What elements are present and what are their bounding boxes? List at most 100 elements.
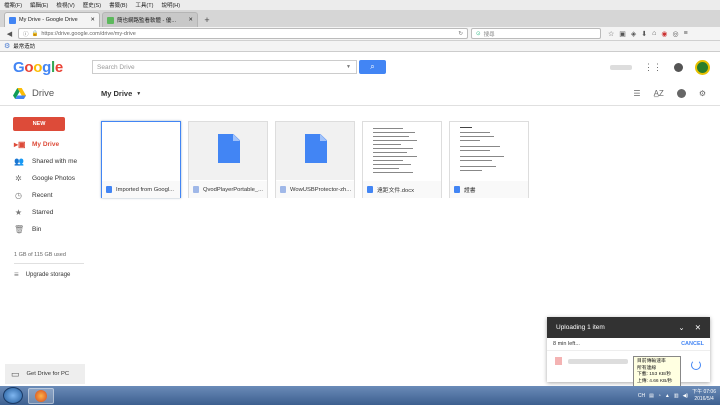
browser-search-placeholder: 搜尋 <box>483 31 495 38</box>
upgrade-label: Upgrade storage <box>25 271 71 278</box>
notifications-icon[interactable] <box>674 63 683 72</box>
settings-gear-icon[interactable]: ⚙ <box>699 89 706 98</box>
file-icon <box>193 186 199 193</box>
file-thumbnail <box>276 122 354 180</box>
language-indicator[interactable]: CH <box>638 393 645 399</box>
google-doc-icon <box>454 186 460 193</box>
network-icon[interactable]: ▥ <box>674 393 679 399</box>
menu-help[interactable]: 說明(H) <box>161 1 180 9</box>
get-drive-button[interactable]: ▭ Get Drive for PC <box>5 364 85 384</box>
tray-icon[interactable]: ◔ <box>658 393 661 399</box>
sort-icon[interactable]: A̲Z <box>654 89 664 98</box>
drive-logo-icon <box>13 88 26 99</box>
drive-subheader: Drive My Drive ▼ ☰ A̲Z ⚙ <box>0 82 720 106</box>
sidebar-item-label: Starred <box>32 209 54 216</box>
menu-edit[interactable]: 編輯(E) <box>30 1 48 9</box>
tab-monitor-software[interactable]: 簡也網路監看軟體 - 優... ✕ <box>102 12 198 27</box>
account-area: ⋮⋮ <box>610 60 710 75</box>
reload-icon[interactable]: ↻ <box>458 31 463 37</box>
google-logo[interactable]: Google <box>13 59 92 76</box>
new-tab-button[interactable]: + <box>200 12 214 27</box>
menu-tools[interactable]: 工具(T) <box>135 1 153 9</box>
sidebar-nav: ▸▣ My Drive 👥 Shared with me ✲ Google Ph… <box>0 136 90 238</box>
sidebar-item-bin[interactable]: 🗑 Bin <box>0 221 90 238</box>
close-icon[interactable]: ✕ <box>188 17 193 23</box>
taskbar-firefox[interactable] <box>28 387 54 404</box>
storage-usage: 1 GB of 115 GB used <box>14 252 66 258</box>
doc-preview <box>450 122 528 180</box>
bookmark-folder-icon: ⚙ <box>4 43 11 50</box>
sidebar-item-my-drive[interactable]: ▸▣ My Drive <box>0 136 90 153</box>
menu-file[interactable]: 檔案(F) <box>4 1 22 9</box>
apps-grid-icon[interactable]: ⋮⋮ <box>644 62 662 73</box>
file-card-certificate[interactable]: 證書 <box>449 121 529 198</box>
tooltip-line: 目前傳輸速率 <box>637 359 666 364</box>
upload-spinner-icon <box>691 360 701 370</box>
file-caption: 遠距文件.docx <box>363 181 441 198</box>
clock[interactable]: 下午 07:06 2016/5/4 <box>692 389 716 402</box>
tab-my-drive[interactable]: My Drive - Google Drive ✕ <box>4 12 100 27</box>
tray-icon[interactable]: ▲ <box>665 393 670 399</box>
sidebar-item-starred[interactable]: ★ Starred <box>0 204 90 221</box>
url-bar[interactable]: ⓘ 🔒 https://drive.google.com/drive/my-dr… <box>18 28 468 39</box>
sidebar-item-shared[interactable]: 👥 Shared with me <box>0 153 90 170</box>
clock-icon: ◷ <box>15 191 22 200</box>
cancel-upload-button[interactable]: CANCEL <box>681 341 704 347</box>
tray-icon[interactable]: ▤ <box>649 393 654 399</box>
file-name: 遠距文件.docx <box>377 188 415 194</box>
tab-label: My Drive - Google Drive <box>19 17 78 23</box>
download-icon[interactable]: ⬇ <box>641 30 647 38</box>
menu-view[interactable]: 檢視(V) <box>56 1 74 9</box>
browser-search-box[interactable]: ⊙ 搜尋 <box>471 28 601 39</box>
upload-item-row <box>547 351 710 371</box>
location-dropdown[interactable]: My Drive ▼ <box>101 89 141 98</box>
reading-list-icon[interactable]: ▣ <box>619 30 626 38</box>
pocket-icon[interactable]: ◈ <box>631 30 636 38</box>
search-input[interactable]: Search Drive ▼ <box>92 60 357 74</box>
list-view-icon[interactable]: ☰ <box>633 89 640 98</box>
hamburger-menu-icon[interactable]: ≡ <box>684 30 688 38</box>
file-icon <box>280 186 286 193</box>
start-button[interactable] <box>3 387 23 404</box>
bookmark-star-icon[interactable]: ☆ <box>608 30 614 38</box>
nav-bar: ◀ ⓘ 🔒 https://drive.google.com/drive/my-… <box>0 27 720 41</box>
file-caption: 證書 <box>450 181 528 198</box>
home-icon[interactable]: ⌂ <box>652 30 656 38</box>
view-controls: ☰ A̲Z ⚙ <box>633 89 706 98</box>
volume-icon[interactable]: ◀) <box>683 393 689 399</box>
sidebar-item-label: Google Photos <box>32 175 76 182</box>
search-options-icon[interactable]: ▼ <box>346 64 356 70</box>
file-card-wowusb[interactable]: WowUSBProtector-zh... <box>275 121 355 198</box>
upload-file-name-blurred <box>568 358 628 364</box>
back-button[interactable]: ◀ <box>4 28 15 39</box>
url-text: https://drive.google.com/drive/my-drive <box>41 30 136 37</box>
clock-time: 下午 07:06 <box>692 389 716 395</box>
bookmark-most-visited[interactable]: 最常造訪 <box>13 42 35 50</box>
upgrade-storage-link[interactable]: ≡ Upgrade storage <box>0 266 90 283</box>
file-card-imported-folder[interactable]: Imported from Googl... <box>101 121 181 198</box>
file-card-qvod[interactable]: QvodPlayerPortable_... <box>188 121 268 198</box>
drive-brand[interactable]: Drive <box>13 88 101 99</box>
collapse-chevron-icon[interactable]: ⌄ <box>678 323 684 332</box>
tab-strip: My Drive - Google Drive ✕ 簡也網路監看軟體 - 優..… <box>0 10 720 27</box>
sidebar-item-label: My Drive <box>32 141 60 148</box>
sidebar-item-recent[interactable]: ◷ Recent <box>0 187 90 204</box>
get-drive-label: Get Drive for PC <box>26 371 70 377</box>
avatar[interactable] <box>695 60 710 75</box>
addon-icon[interactable]: ◎ <box>673 30 679 38</box>
sidebar-item-label: Recent <box>32 192 53 199</box>
extension-icon[interactable]: ◉ <box>661 30 667 38</box>
file-card-docx[interactable]: 遠距文件.docx <box>362 121 442 198</box>
close-icon[interactable]: ✕ <box>90 17 95 23</box>
sidebar-item-photos[interactable]: ✲ Google Photos <box>0 170 90 187</box>
search-placeholder: Search Drive <box>97 63 135 71</box>
search-button[interactable]: ⌕ <box>359 60 386 74</box>
info-icon[interactable]: ⓘ <box>23 30 29 38</box>
close-icon[interactable]: ✕ <box>695 323 701 332</box>
details-info-icon[interactable] <box>676 89 686 98</box>
new-button[interactable]: NEW <box>13 117 65 131</box>
menu-bookmarks[interactable]: 書籤(B) <box>109 1 127 9</box>
upload-file-icon <box>555 357 562 365</box>
menu-history[interactable]: 歷史(S) <box>83 1 101 9</box>
taskbar: CH ▤ ◔ ▲ ▥ ◀) 下午 07:06 2016/5/4 <box>0 386 720 405</box>
